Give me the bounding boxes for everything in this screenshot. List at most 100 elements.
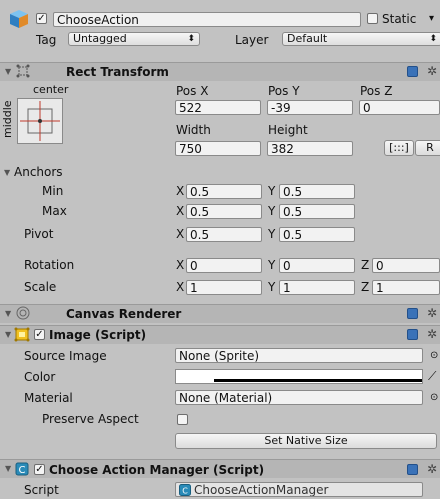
max-y-input[interactable]: 0.5 [279,204,355,219]
min-label: Min [42,184,64,198]
rot-y-axis: Y [268,258,276,272]
script-icon: C [15,462,29,476]
help-icon[interactable] [407,308,418,319]
eyedropper-icon[interactable]: ⟋ [428,369,436,383]
pos-z-input[interactable]: 0 [359,100,440,115]
color-label: Color [24,370,56,384]
pivot-label: Pivot [24,227,54,241]
rot-z-axis: Z [361,258,370,272]
preserve-aspect-label: Preserve Aspect [42,412,139,426]
svg-text:C: C [182,487,188,496]
svg-text:C: C [19,465,26,476]
canvas-renderer-title: Canvas Renderer [66,307,182,321]
static-dropdown-arrow[interactable]: ▾ [429,12,434,26]
pos-x-input[interactable]: 522 [175,100,261,115]
image-script-title: Image (Script) [49,328,147,342]
rot-y-input[interactable]: 0 [279,258,355,273]
scale-y-input[interactable]: 1 [279,280,355,295]
material-label: Material [24,391,73,405]
gear-icon[interactable]: ✲ [427,307,437,319]
height-label: Height [268,123,308,137]
max-x-input[interactable]: 0.5 [186,204,262,219]
pivot-x-axis: X [176,227,185,241]
anchors-fold-icon[interactable]: ▼ [4,168,10,178]
object-picker-icon[interactable]: ⊙ [430,349,438,363]
min-y-axis: Y [268,184,276,198]
anchor-preset-button[interactable] [17,98,63,144]
width-label: Width [176,123,211,137]
pos-y-input[interactable]: -39 [267,100,353,115]
scale-y-axis: Y [268,280,276,294]
choose-action-manager-title: Choose Action Manager (Script) [49,463,265,477]
object-picker-icon[interactable]: ⊙ [430,391,438,405]
min-y-input[interactable]: 0.5 [279,184,355,199]
scale-label: Scale [24,280,57,294]
static-label: Static [382,12,417,26]
manager-enabled-checkbox[interactable]: ✓ [34,464,45,475]
color-alpha-bar [214,379,422,382]
pos-y-label: Pos Y [268,84,300,98]
gear-icon[interactable]: ✲ [427,463,437,475]
layer-dropdown[interactable]: Default ⬍ [282,32,440,46]
tag-label: Tag [36,33,57,47]
blueprint-mode-button[interactable]: [:::] [384,140,414,156]
rotation-label: Rotation [24,258,75,272]
max-y-axis: Y [268,204,276,218]
chevron-updown-icon: ⬍ [187,34,195,44]
script-field[interactable]: ChooseActionManager [175,482,423,497]
pivot-y-axis: Y [268,227,276,241]
canvas-renderer-icon [16,306,30,320]
layer-value: Default [287,32,328,45]
script-value: ChooseActionManager [194,483,329,497]
tag-dropdown[interactable]: Untagged ⬍ [68,32,200,46]
pivot-y-input[interactable]: 0.5 [279,227,355,242]
rect-transform-title: Rect Transform [66,65,169,79]
help-icon[interactable] [407,66,418,77]
gameobject-icon [8,8,30,30]
anchors-label[interactable]: Anchors [14,165,63,179]
script-file-icon: C [179,484,191,496]
pivot-x-input[interactable]: 0.5 [186,227,262,242]
material-field[interactable]: None (Material) [175,390,423,405]
gear-icon[interactable]: ✲ [427,328,437,340]
max-label: Max [42,204,67,218]
layer-label: Layer [235,33,269,47]
color-swatch[interactable] [175,369,423,384]
fold-arrow-icon[interactable]: ▼ [5,67,11,77]
set-native-size-button[interactable]: Set Native Size [175,433,437,449]
scale-x-input[interactable]: 1 [186,280,262,295]
fold-arrow-icon[interactable]: ▼ [5,464,11,474]
raw-edit-button[interactable]: R [415,140,440,156]
rot-x-axis: X [176,258,185,272]
fold-arrow-icon[interactable]: ▼ [5,309,11,319]
scale-z-axis: Z [361,280,370,294]
static-checkbox[interactable] [367,13,378,24]
help-icon[interactable] [407,464,418,475]
width-input[interactable]: 750 [175,141,261,156]
rot-z-input[interactable]: 0 [372,258,440,273]
chevron-updown-icon: ⬍ [429,34,437,44]
rot-x-input[interactable]: 0 [186,258,262,273]
source-image-label: Source Image [24,349,107,363]
min-x-axis: X [176,184,185,198]
help-icon[interactable] [407,329,418,340]
image-enabled-checkbox[interactable]: ✓ [34,329,45,340]
max-x-axis: X [176,204,185,218]
image-component-icon [14,327,30,342]
active-checkbox[interactable]: ✓ [36,13,47,24]
object-name-input[interactable]: ChooseAction [53,12,361,27]
tag-value: Untagged [73,32,127,45]
rect-transform-icon [16,64,30,78]
gear-icon[interactable]: ✲ [427,65,437,77]
min-x-input[interactable]: 0.5 [186,184,262,199]
fold-arrow-icon[interactable]: ▼ [5,330,11,340]
preserve-aspect-checkbox[interactable] [177,414,188,425]
scale-x-axis: X [176,280,185,294]
anchor-vertical-label: middle [1,100,14,138]
anchor-horizontal-label: center [33,83,69,96]
pos-x-label: Pos X [176,84,209,98]
source-image-field[interactable]: None (Sprite) [175,348,423,363]
script-label: Script [24,483,59,497]
scale-z-input[interactable]: 1 [372,280,440,295]
height-input[interactable]: 382 [267,141,353,156]
